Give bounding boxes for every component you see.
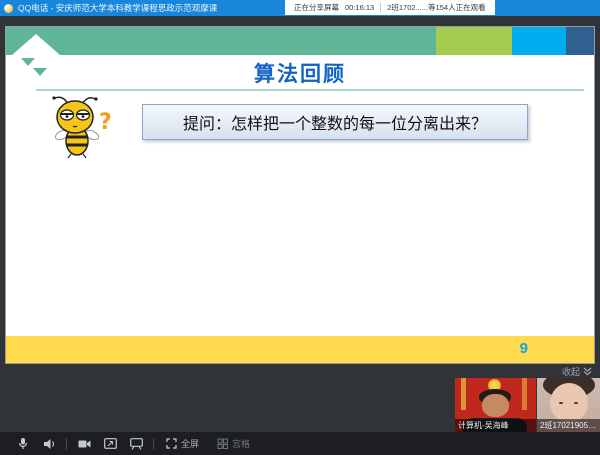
call-control-buttons: 全屏 宫格	[0, 432, 250, 455]
call-duration: 00:16:13	[345, 3, 374, 12]
grid-icon	[217, 438, 228, 449]
collapse-videos-button[interactable]: 收起	[562, 365, 592, 378]
qq-phone-icon	[4, 4, 13, 13]
svg-text:?: ?	[99, 110, 112, 135]
collapse-label: 收起	[562, 365, 580, 378]
page-number: 9	[520, 340, 528, 357]
double-chevron-down-icon	[583, 367, 592, 376]
band-mountain-decoration	[10, 27, 70, 55]
whiteboard-button[interactable]	[123, 432, 149, 455]
whiteboard-icon	[130, 438, 143, 450]
divider	[153, 438, 154, 450]
microphone-icon	[17, 437, 29, 450]
sharing-status-text: 正在分享屏幕	[294, 2, 339, 13]
speaker-button[interactable]	[36, 432, 62, 455]
participant-video-student[interactable]: 2班170219056华...	[537, 378, 600, 432]
question-box: 提问：怎样把一个整数的每一位分离出来？	[142, 104, 528, 140]
speaker-icon	[43, 438, 56, 450]
presentation-slide: 算法回顾 ? 提问：怎样把一个整数的每一位分离出来？ 9	[5, 26, 595, 364]
participant-name: 2班170219056华...	[537, 419, 600, 432]
window-title: QQ电话 - 安庆师范大学本科教学课程思政示范观摩课	[18, 2, 217, 14]
share-screen-button[interactable]	[97, 432, 123, 455]
qq-call-window: QQ电话 - 安庆师范大学本科教学课程思政示范观摩课 正在分享屏幕 00:16:…	[0, 0, 600, 455]
slide-footer-bar: 9	[6, 336, 594, 363]
band-lime-block	[436, 27, 512, 55]
person-eye	[559, 402, 563, 404]
divider	[66, 438, 67, 450]
title-underline	[36, 89, 584, 91]
bee-mascot-icon: ?	[44, 93, 120, 159]
participant-name: 计算机-吴海峰	[455, 419, 536, 432]
titlebar[interactable]: QQ电话 - 安庆师范大学本科教学课程思政示范观摩课 正在分享屏幕 00:16:…	[0, 0, 600, 16]
participant-video-teacher[interactable]: 计算机-吴海峰	[455, 378, 536, 432]
sharing-status-pill: 正在分享屏幕 00:16:13 2班1702......等154人正在观看	[285, 0, 495, 15]
person-face	[550, 383, 588, 423]
call-control-bar: 全屏 宫格 S 中 ’,	[0, 432, 600, 455]
viewers-count: 2班1702......等154人正在观看	[387, 2, 485, 13]
person-face	[482, 394, 509, 417]
camera-icon	[78, 439, 91, 449]
camera-button[interactable]	[71, 432, 97, 455]
share-screen-icon	[104, 438, 117, 449]
banner-decoration	[522, 378, 527, 410]
fullscreen-icon	[166, 438, 177, 449]
person-eye	[574, 402, 578, 404]
microphone-button[interactable]	[10, 432, 36, 455]
banner-decoration	[461, 378, 466, 410]
band-green-block	[6, 27, 436, 55]
grid-label: 宫格	[232, 437, 250, 450]
band-navy-block	[566, 27, 594, 55]
slide-header-band	[6, 27, 594, 55]
fullscreen-label: 全屏	[181, 437, 199, 450]
grid-view-button[interactable]: 宫格	[217, 437, 250, 450]
fullscreen-button[interactable]: 全屏	[166, 437, 199, 450]
band-cyan-block	[512, 27, 566, 55]
slide-title: 算法回顾	[6, 58, 594, 88]
divider	[380, 3, 381, 12]
